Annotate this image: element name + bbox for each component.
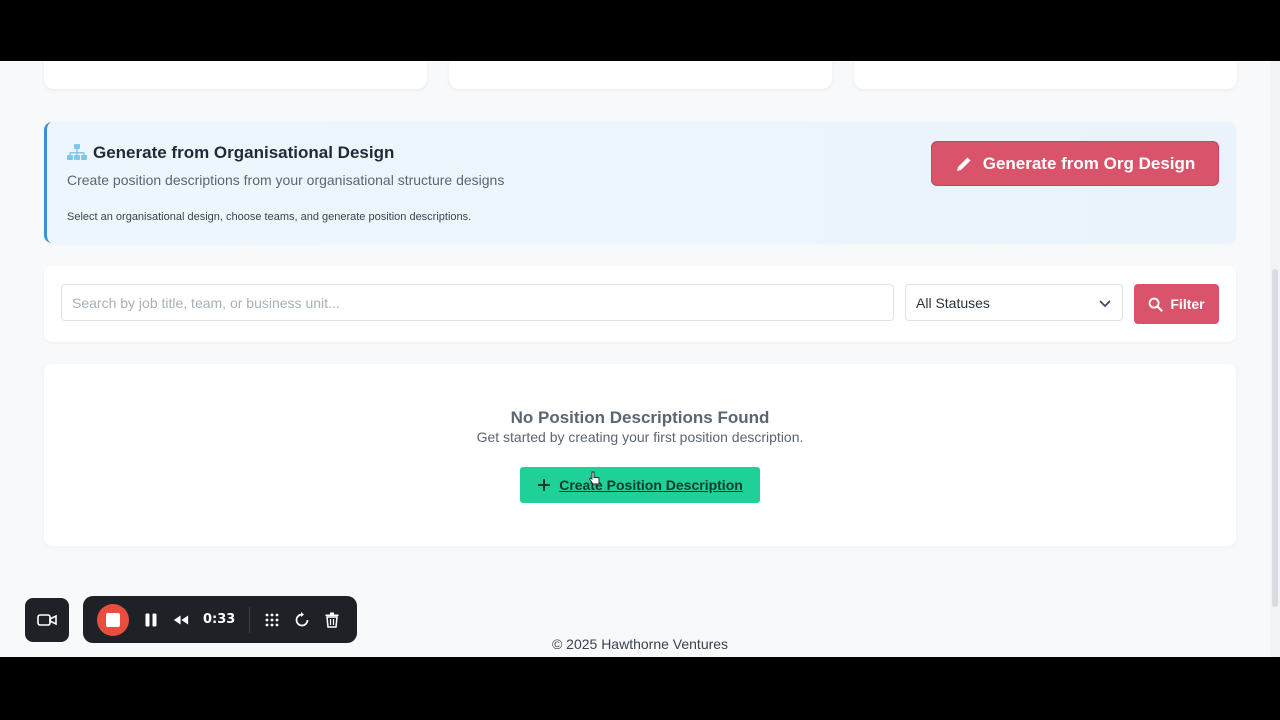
pause-icon [145,613,157,626]
filter-button-label: Filter [1170,296,1205,312]
rewind-icon [173,615,189,624]
stat-card [449,61,832,89]
recorder-camera-button[interactable] [25,598,69,642]
org-design-banner: Generate from Organisational Design Crea… [44,122,1236,243]
recorder-pause-button[interactable] [143,612,159,628]
status-select[interactable]: All Statuses [905,284,1123,321]
dot-grid-icon [265,613,279,626]
video-camera-icon [37,614,57,626]
filter-bar: All Statuses Filter [44,266,1236,342]
create-button-label: Create Position Description [559,477,743,493]
empty-state-title: No Position Descriptions Found [510,408,770,427]
filter-button[interactable]: Filter [1134,284,1219,324]
empty-state-card: No Position Descriptions Found Get start… [44,364,1236,546]
recorder-elapsed-time: 0:33 [203,612,236,627]
plus-icon [538,479,551,491]
org-design-hint: Select an organisational design, choose … [67,211,472,223]
recorder-divider [249,606,251,633]
recorder-grid-button[interactable] [264,612,280,628]
video-letterbox-bottom [0,657,1280,720]
create-position-description-button[interactable]: Create Position Description [520,467,760,503]
stat-card [854,61,1237,89]
org-design-title-row: Generate from Organisational Design [67,143,394,163]
recorder-stop-button[interactable] [97,603,129,636]
status-select-value: All Statuses [916,294,990,311]
empty-state-subtitle: Get started by creating your first posit… [476,429,804,445]
trash-icon [325,612,339,628]
pencil-icon [956,157,971,171]
recorder-restart-button[interactable] [294,611,310,628]
page-viewport: Generate from Organisational Design Crea… [0,61,1280,657]
video-letterbox-top [0,0,1280,61]
screen-recorder-toolbar: 0:33 [83,596,357,643]
recorder-delete-button[interactable] [324,612,340,628]
sitemap-icon [67,144,87,160]
recorder-rewind-button[interactable] [173,612,189,628]
restart-icon [296,611,309,626]
stat-card [44,61,427,89]
search-icon [1149,297,1163,312]
chevron-down-icon [1099,299,1111,307]
stop-icon [106,612,120,627]
page-scrollbar[interactable] [1270,61,1280,657]
generate-from-org-design-button[interactable]: Generate from Org Design [931,141,1219,186]
generate-button-label: Generate from Org Design [982,153,1196,173]
scrollbar-thumb[interactable] [1272,269,1278,607]
search-input[interactable] [61,284,894,321]
hand-pointer-cursor-icon [588,471,600,485]
org-design-title: Generate from Organisational Design [93,143,395,162]
org-design-subtitle: Create position descriptions from your o… [67,172,505,188]
